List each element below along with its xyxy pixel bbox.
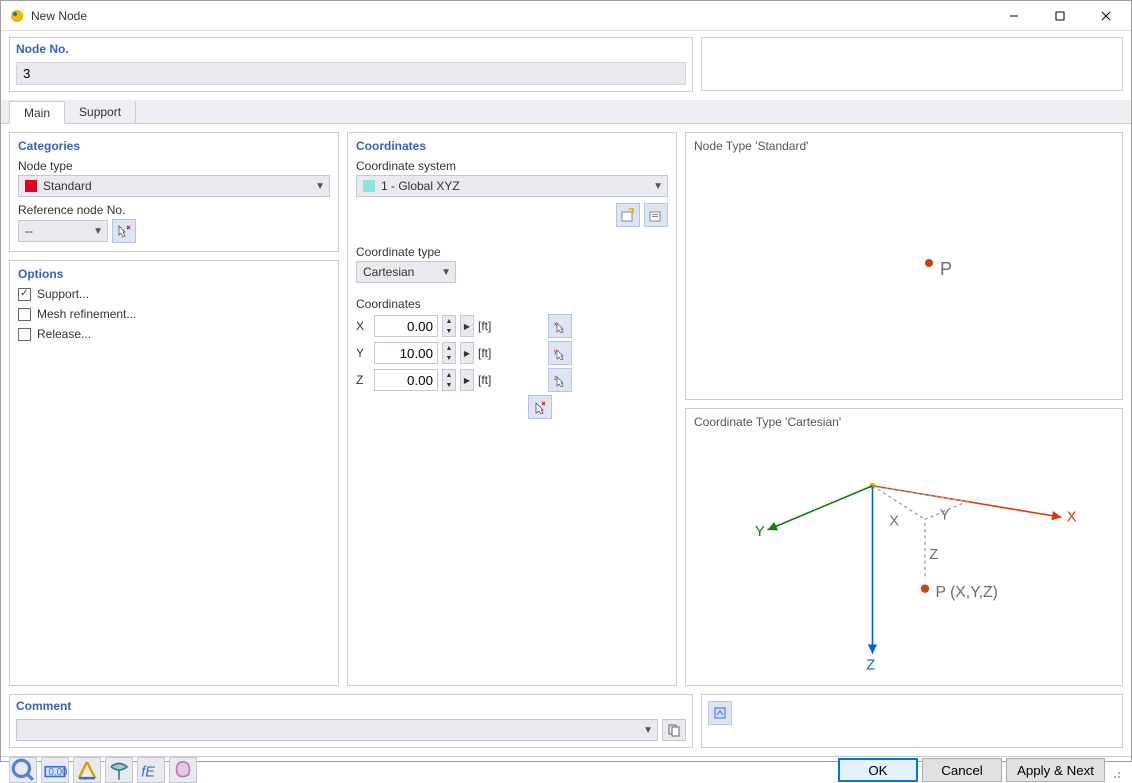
checkbox-icon: [18, 328, 31, 341]
coords-values-label: Coordinates: [356, 297, 668, 311]
close-button[interactable]: [1083, 1, 1129, 31]
coord-x-spinner[interactable]: ▲▼: [442, 315, 456, 337]
node-type-swatch: [25, 180, 37, 192]
svg-text:0.00: 0.00: [49, 767, 69, 778]
coordinates-title: Coordinates: [356, 139, 668, 153]
coord-system-label: Coordinate system: [356, 159, 668, 173]
coord-type-preview-panel: Coordinate Type 'Cartesian' X Y Z: [685, 408, 1123, 686]
comment-panel: Comment ▼: [9, 694, 693, 748]
chevron-down-icon: ▼: [653, 181, 663, 192]
chevron-down-icon: ▼: [643, 725, 653, 736]
svg-text:X: X: [1067, 509, 1077, 525]
svg-text:x: x: [554, 322, 557, 328]
maximize-button[interactable]: [1037, 1, 1083, 31]
option-release[interactable]: Release...: [18, 327, 330, 341]
node-no-input[interactable]: [16, 62, 686, 85]
coord-x-pick-button[interactable]: x: [548, 314, 572, 338]
tool-wind-button[interactable]: [105, 757, 133, 783]
checkbox-icon: [18, 308, 31, 321]
svg-text:Z: Z: [866, 658, 875, 674]
chevron-down-icon: ▼: [441, 267, 451, 278]
chevron-down-icon: ▼: [315, 181, 325, 192]
edit-coord-system-button[interactable]: [644, 203, 668, 227]
node-type-select[interactable]: Standard ▼: [18, 175, 330, 197]
svg-text:X: X: [889, 514, 899, 530]
properties-mini-panel: [701, 694, 1123, 748]
chevron-down-icon: ▼: [93, 226, 103, 237]
svg-text:Y: Y: [940, 507, 950, 523]
tab-bar: Main Support: [1, 100, 1131, 124]
tool-units-button[interactable]: 0.00: [41, 757, 69, 783]
tool-help-button[interactable]: [9, 757, 37, 783]
coord-z-unit: [ft]: [478, 373, 500, 387]
tool-fe-button[interactable]: fE: [137, 757, 165, 783]
minimize-button[interactable]: [991, 1, 1037, 31]
coord-z-step-button[interactable]: ▶: [460, 369, 474, 391]
option-mesh[interactable]: Mesh refinement...: [18, 307, 330, 321]
coord-y-spinner[interactable]: ▲▼: [442, 342, 456, 364]
coord-y-step-button[interactable]: ▶: [460, 342, 474, 364]
coord-x-unit: [ft]: [478, 319, 500, 333]
upper-preview-box: [701, 37, 1123, 91]
system-swatch: [363, 180, 375, 192]
categories-panel: Categories Node type Standard ▼ Referenc…: [9, 132, 339, 252]
comment-input[interactable]: ▼: [16, 719, 658, 741]
checkbox-icon: [18, 288, 31, 301]
coord-type-preview-title: Coordinate Type 'Cartesian': [694, 415, 1114, 429]
new-coord-system-button[interactable]: [616, 203, 640, 227]
svg-text:fE: fE: [141, 765, 155, 781]
categories-title: Categories: [18, 139, 330, 153]
coord-z-label: Z: [356, 373, 370, 387]
coord-y-label: Y: [356, 346, 370, 360]
coordinates-panel: Coordinates Coordinate system 1 - Global…: [347, 132, 677, 686]
app-icon: [9, 8, 25, 24]
node-type-preview-panel: Node Type 'Standard' P: [685, 132, 1123, 400]
comment-title: Comment: [16, 699, 686, 713]
coord-type-select[interactable]: Cartesian ▼: [356, 261, 456, 283]
coord-y-input[interactable]: [374, 342, 438, 364]
coord-z-pick-button[interactable]: z: [548, 368, 572, 392]
svg-text:Z: Z: [929, 547, 938, 563]
coord-type-label: Coordinate type: [356, 245, 668, 259]
titlebar: New Node: [1, 1, 1131, 31]
coord-x-label: X: [356, 319, 370, 333]
coord-y-unit: [ft]: [478, 346, 500, 360]
ref-node-pick-button[interactable]: [112, 219, 136, 243]
tab-support[interactable]: Support: [65, 101, 136, 124]
svg-text:P (X,Y,Z): P (X,Y,Z): [936, 584, 998, 601]
coord-x-step-button[interactable]: ▶: [460, 315, 474, 337]
tab-main[interactable]: Main: [9, 101, 65, 124]
options-panel: Options Support... Mesh refinement... Re…: [9, 260, 339, 686]
tool-brain-button[interactable]: [169, 757, 197, 783]
option-support[interactable]: Support...: [18, 287, 330, 301]
window-title: New Node: [31, 9, 991, 23]
svg-text:z: z: [554, 376, 557, 382]
node-no-panel: Node No.: [9, 37, 693, 92]
node-no-label: Node No.: [16, 42, 686, 56]
coord-system-select[interactable]: 1 - Global XYZ ▼: [356, 175, 668, 197]
ref-node-label: Reference node No.: [18, 203, 330, 217]
coord-y-pick-button[interactable]: y: [548, 341, 572, 365]
coord-z-input[interactable]: [374, 369, 438, 391]
svg-text:Y: Y: [755, 524, 765, 540]
svg-text:y: y: [554, 349, 557, 355]
svg-text:P: P: [940, 259, 952, 279]
options-title: Options: [18, 267, 330, 281]
tool-model-button[interactable]: [73, 757, 101, 783]
footer: 0.00 fE OK Cancel Apply & Next: [1, 756, 1131, 783]
comment-copy-button[interactable]: [662, 719, 686, 741]
ref-node-select[interactable]: -- ▼: [18, 220, 108, 242]
coord-x-input[interactable]: [374, 315, 438, 337]
coord-pick-all-button[interactable]: [528, 395, 552, 419]
node-type-preview-title: Node Type 'Standard': [694, 139, 1114, 153]
resize-grip[interactable]: [1111, 769, 1123, 781]
coord-z-spinner[interactable]: ▲▼: [442, 369, 456, 391]
node-type-label: Node type: [18, 159, 330, 173]
properties-tool-button[interactable]: [708, 701, 732, 725]
